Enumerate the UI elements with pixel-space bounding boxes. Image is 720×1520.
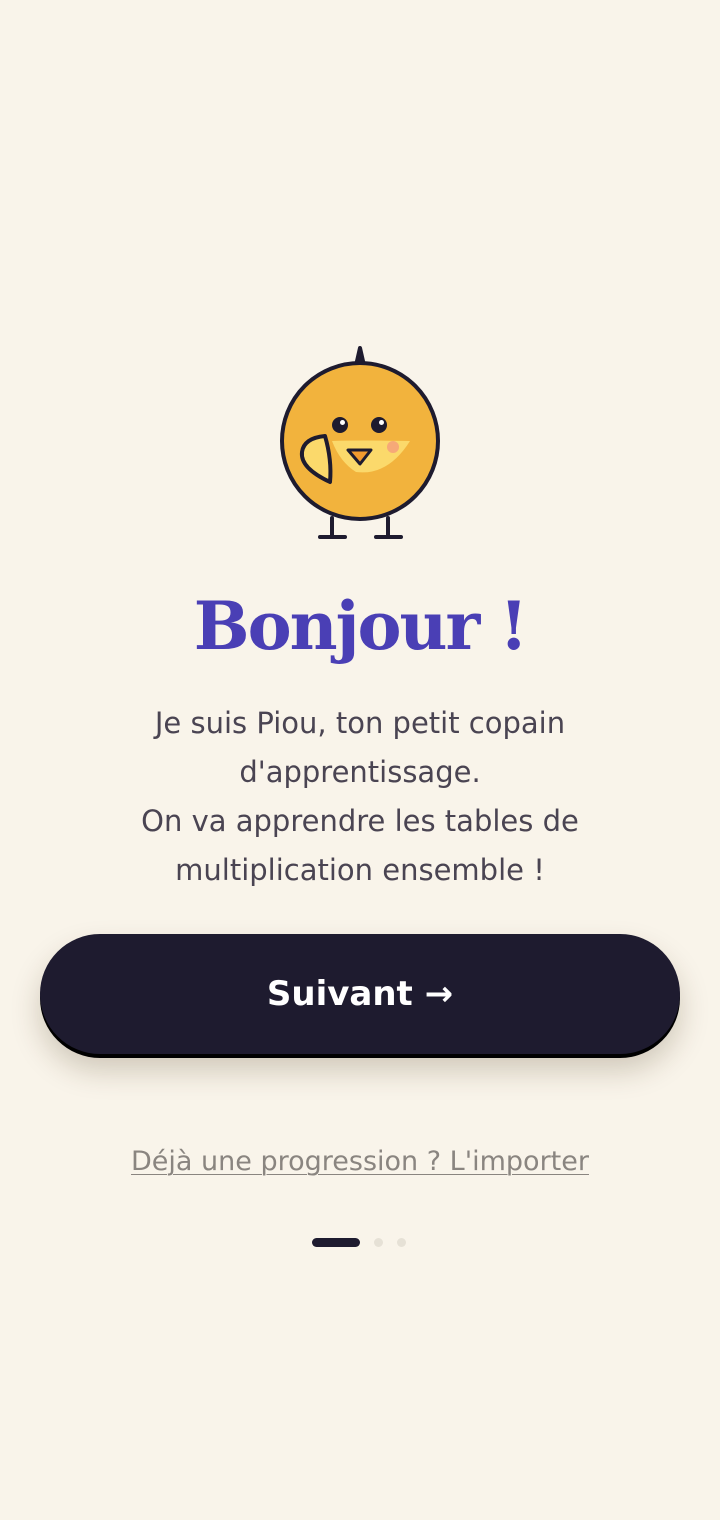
- intro-line: On va apprendre les tables de: [141, 804, 579, 838]
- welcome-title: Bonjour !: [193, 587, 528, 665]
- intro-line: multiplication ensemble !: [175, 853, 545, 887]
- import-progress-link[interactable]: Déjà une progression ? L'importer: [0, 1142, 720, 1182]
- intro-line: d'apprentissage.: [239, 755, 481, 789]
- page-indicator: [312, 1237, 406, 1247]
- chick-mascot-icon: [280, 346, 440, 539]
- intro-text: Je suis Piou, ton petit copain d'apprent…: [110, 699, 610, 895]
- intro-line: Je suis Piou, ton petit copain: [154, 706, 566, 740]
- next-button[interactable]: Suivant →: [40, 934, 680, 1054]
- page-dot: [374, 1237, 383, 1247]
- page-dot-active: [312, 1237, 360, 1247]
- page-dot: [397, 1237, 406, 1247]
